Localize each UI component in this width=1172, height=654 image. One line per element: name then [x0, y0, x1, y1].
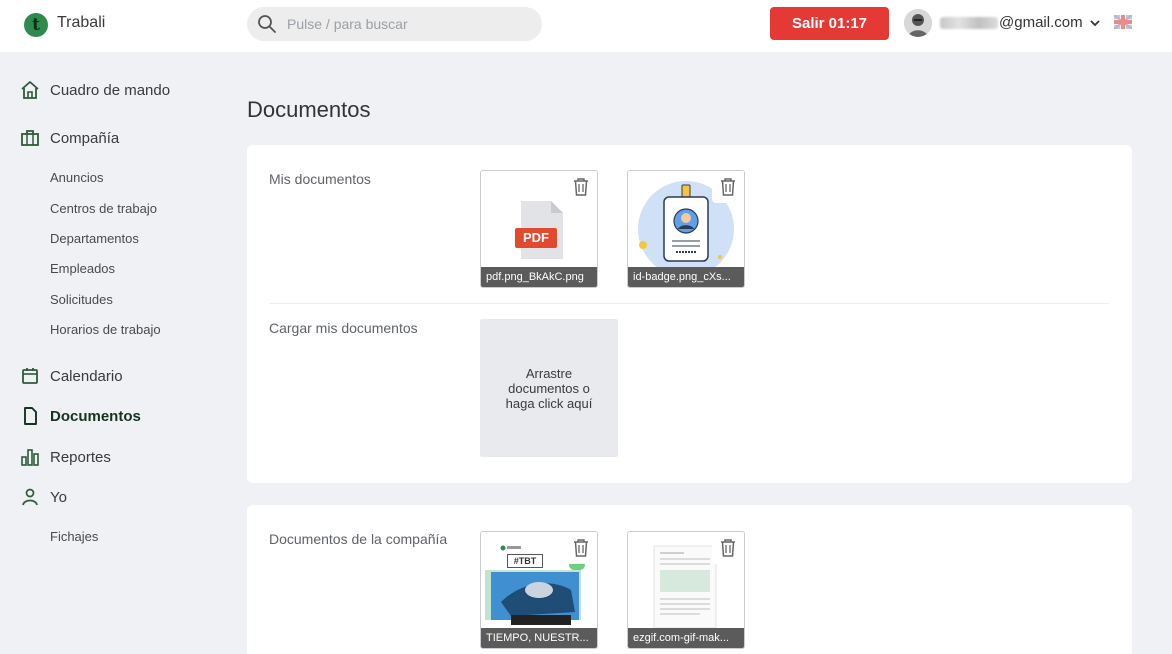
page-title: Documentos — [247, 97, 371, 122]
chevron-down-icon[interactable] — [1089, 17, 1101, 29]
trash-icon — [574, 178, 588, 196]
sidebar-item-documents[interactable]: Documentos — [20, 405, 141, 427]
section-divider — [269, 303, 1109, 304]
user-email[interactable]: @gmail.com — [940, 14, 1083, 31]
company-documents-label: Documentos de la compañía — [269, 531, 448, 547]
user-avatar-icon — [904, 9, 932, 37]
sidebar-item-company[interactable]: Compañía — [20, 127, 119, 149]
tbt-tag: #TBT — [507, 554, 543, 568]
my-documents-label: Mis documentos — [269, 171, 371, 187]
trash-icon — [721, 539, 735, 557]
file-name: pdf.png_BkAkC.png — [481, 267, 597, 287]
file-name: TIEMPO, NUESTR... — [481, 628, 597, 648]
sidebar-item-me[interactable]: Yo — [20, 486, 67, 508]
trash-icon — [574, 539, 588, 557]
file-name: id-badge.png_cXs... — [628, 267, 744, 287]
calendar-icon — [22, 368, 38, 384]
sidebar-subitem-schedules[interactable]: Horarios de trabajo — [50, 322, 161, 337]
sidebar-item-calendar[interactable]: Calendario — [20, 365, 123, 387]
sidebar-item-dashboard[interactable]: Cuadro de mando — [20, 79, 170, 101]
delete-button[interactable] — [565, 171, 597, 203]
file-name: ezgif.com-gif-mak... — [628, 628, 744, 648]
search-icon — [258, 15, 276, 33]
sidebar-subitem-requests[interactable]: Solicitudes — [50, 292, 113, 307]
sidebar-item-reports[interactable]: Reportes — [20, 446, 111, 468]
logout-button[interactable]: Salir 01:17 — [770, 7, 889, 40]
sidebar-subitem-announcements[interactable]: Anuncios — [50, 170, 103, 185]
bar-chart-icon — [21, 449, 39, 466]
file-tile[interactable]: id-badge.png_cXs... — [627, 170, 745, 288]
user-icon — [22, 488, 38, 506]
briefcase-icon — [21, 130, 39, 146]
home-icon — [21, 81, 39, 99]
sidebar-subitem-clock-ins[interactable]: Fichajes — [50, 529, 98, 544]
sidebar-subitem-employees[interactable]: Empleados — [50, 261, 115, 276]
search-box[interactable] — [247, 7, 542, 41]
file-tile[interactable]: PDF pdf.png_BkAkC.png — [480, 170, 598, 288]
document-icon — [24, 407, 37, 425]
top-bar: t Trabali Salir 01:17 @gmail.com — [0, 0, 1172, 52]
email-redacted — [940, 17, 998, 30]
file-tile[interactable]: #TBT TIEMPO, NUESTR... — [480, 531, 598, 649]
upload-documents-label: Cargar mis documentos — [269, 320, 418, 336]
uk-flag-icon[interactable] — [1114, 15, 1132, 29]
pdf-badge: PDF — [523, 230, 549, 245]
search-input[interactable] — [287, 7, 532, 41]
delete-button[interactable] — [565, 532, 597, 564]
delete-button[interactable] — [712, 171, 744, 203]
file-tile[interactable]: ezgif.com-gif-mak... — [627, 531, 745, 649]
app-name[interactable]: Trabali — [57, 14, 105, 32]
delete-button[interactable] — [712, 532, 744, 564]
trash-icon — [721, 178, 735, 196]
upload-dropzone[interactable]: Arrastre documentos o haga click aquí — [480, 319, 618, 457]
trabali-logo-icon[interactable]: t — [24, 13, 48, 37]
sidebar-subitem-workplaces[interactable]: Centros de trabajo — [50, 201, 157, 216]
dropzone-hint: Arrastre documentos o haga click aquí — [505, 365, 593, 411]
avatar[interactable] — [904, 9, 932, 37]
sidebar-subitem-departments[interactable]: Departamentos — [50, 231, 139, 246]
